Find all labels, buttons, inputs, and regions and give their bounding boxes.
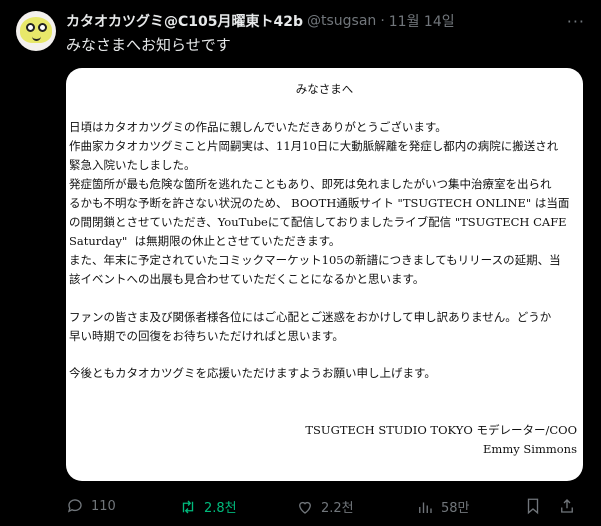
tweet-text: みなさまへお知らせです [66,36,231,54]
separator-dot: · [380,13,385,29]
more-options-icon[interactable]: ··· [567,12,585,31]
signature-name: Emmy Simmons [483,442,577,456]
reply-icon [67,499,82,513]
bookmark-icon [527,498,539,515]
avatar-eye-right [38,23,47,32]
views-button[interactable]: 58만 [416,497,470,516]
notice-image[interactable]: みなさまへ 日頃はカタオカツグミの作品に親しんでいただきありがとうございます。 … [66,68,583,481]
author-name[interactable]: カタオカツグミ@C105月曜東ト42b [66,11,303,31]
retweet-button[interactable]: 2.8천 [179,497,237,516]
notice-paragraph-2: ファンの皆さま及び関係者様各位にはご心配とご迷惑をおかけして申し訳ありません。ど… [69,310,552,343]
tweet-actions: 110 2.8천 2.2천 58만 [66,497,585,517]
notice-paragraph-3: 今後ともカタオカツグミを応援いただけますようお願い申し上げます。 [69,366,436,380]
bookmark-button[interactable] [524,497,549,515]
share-icon [561,499,573,513]
heart-icon [299,501,311,514]
tweet-header: カタオカツグミ@C105月曜東ト42b @tsugsan · 11월 14일 [66,11,561,31]
reply-button[interactable]: 110 [66,497,116,515]
view-count: 58만 [441,501,470,516]
tweet-timestamp[interactable]: 11월 14일 [389,11,455,31]
notice-title: みなさまへ [295,82,354,96]
avatar-eye-left [26,23,35,32]
share-button[interactable] [558,497,583,515]
signature-title: TSUGTECH STUDIO TOKYO モデレーター/COO [305,423,577,437]
retweet-icon [182,500,194,513]
author-handle[interactable]: @tsugsan [307,13,376,29]
notice-paragraph-1: 日頃はカタオカツグミの作品に親しんでいただきありがとうございます。 作曲家カタオ… [69,120,570,286]
like-button[interactable]: 2.2천 [296,497,354,516]
retweet-count: 2.8천 [204,501,237,516]
like-count: 2.2천 [321,501,354,516]
views-icon [419,502,432,513]
reply-count: 110 [91,498,116,514]
avatar[interactable] [16,11,56,51]
